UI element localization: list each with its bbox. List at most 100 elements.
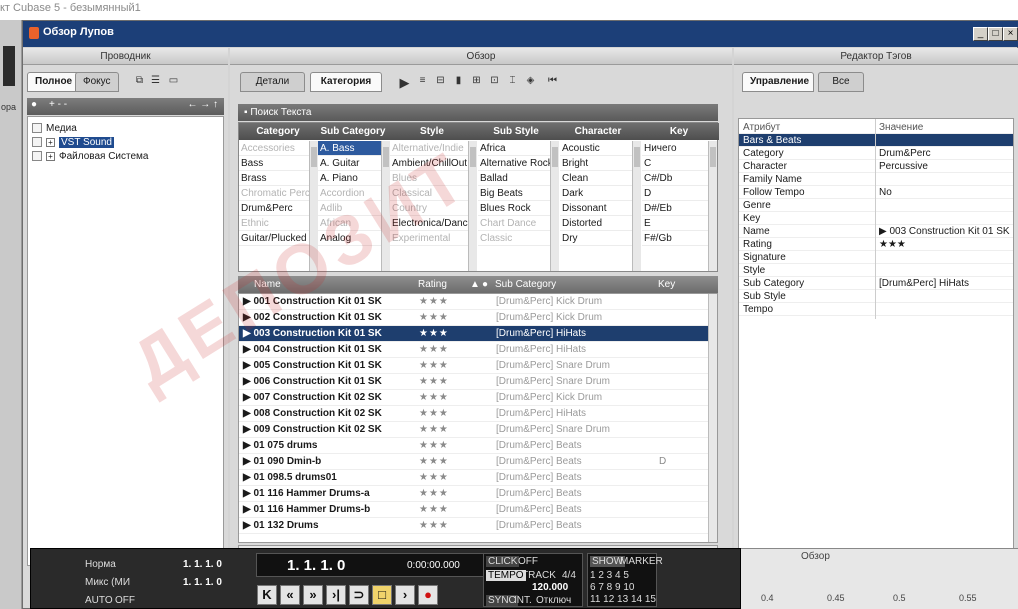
columns-icon[interactable]: ⊟ <box>434 75 447 87</box>
list-item[interactable]: Accordion <box>318 186 381 201</box>
column-key[interactable]: Key <box>658 276 675 293</box>
column-rating[interactable]: Rating <box>418 276 447 293</box>
column-name[interactable]: Name <box>254 276 281 293</box>
table-row[interactable]: ▶ 01 132 Drums ★★★ [Drum&Perc] Beats <box>239 518 709 534</box>
list-item[interactable]: Electronica/Dance <box>390 216 468 231</box>
marker-buttons[interactable]: 6 7 8 9 10 <box>590 582 634 593</box>
scrollbar[interactable] <box>309 141 318 271</box>
list-item[interactable]: Ambient/ChillOut <box>390 156 468 171</box>
list-item[interactable]: Country <box>390 201 468 216</box>
tag-row[interactable]: Category Drum&Perc <box>739 147 1013 160</box>
tab-focus[interactable]: Фокус <box>75 72 119 92</box>
list-item[interactable]: Dry <box>560 231 632 246</box>
tab-category[interactable]: Категория <box>310 72 382 92</box>
text-search-bar[interactable]: ▪ Поиск Текста <box>238 104 718 121</box>
list-item[interactable]: African <box>318 216 381 231</box>
table-row[interactable]: ▶ 01 116 Hammer Drums-b ★★★ [Drum&Perc] Be… <box>239 502 709 518</box>
checkbox-icon[interactable] <box>32 137 42 148</box>
gear-icon[interactable]: ● <box>31 99 37 110</box>
column-subcategory[interactable]: Sub Category <box>495 276 556 293</box>
forward-button[interactable]: » <box>303 585 323 605</box>
tempo-mode[interactable]: TRACK <box>522 570 556 581</box>
tag-row[interactable]: Signature <box>739 251 1013 264</box>
tag-row[interactable]: Family Name <box>739 173 1013 186</box>
right-locator[interactable]: 1. 1. 1. 0 <box>183 577 222 588</box>
list-item[interactable]: Ballad <box>478 171 550 186</box>
tree-item-media[interactable]: Медиа <box>32 122 77 136</box>
click-label[interactable]: CLICK <box>486 556 520 567</box>
list-item[interactable]: Drum&Perc <box>239 201 309 216</box>
tag-row[interactable]: Name ▶ 003 Construction Kit 01 SK <box>739 225 1013 238</box>
scrollbar[interactable] <box>468 141 477 271</box>
click-value[interactable]: OFF <box>518 556 538 567</box>
list-item[interactable]: Dissonant <box>560 201 632 216</box>
list-item[interactable]: A. Guitar <box>318 156 381 171</box>
main-position[interactable]: 1. 1. 1. 0 <box>287 557 345 574</box>
play-button[interactable]: › <box>395 585 415 605</box>
list-item[interactable]: Africa <box>478 141 550 156</box>
list-item[interactable]: Chart Dance <box>478 216 550 231</box>
list-item[interactable]: C#/Db <box>642 171 708 186</box>
record-button[interactable]: ● <box>418 585 438 605</box>
table-row[interactable]: ▶ 006 Construction Kit 01 SK ★★★ [Drum&Per… <box>239 374 709 390</box>
grid-icon[interactable]: ⊞ <box>470 75 483 87</box>
tree-item-vst-sound[interactable]: + VST Sound <box>32 136 114 150</box>
list-item[interactable]: Blues Rock <box>478 201 550 216</box>
tempo-label[interactable]: TEMPO <box>486 570 526 581</box>
scrollbar[interactable] <box>708 294 717 542</box>
tempo-value[interactable]: 120.000 <box>532 582 568 593</box>
list-item[interactable]: E <box>642 216 708 231</box>
substyle-column[interactable]: Africa Alternative Rock Ballad Big Beats… <box>478 141 550 271</box>
list-item[interactable]: Experimental <box>390 231 468 246</box>
list-item[interactable]: D <box>642 186 708 201</box>
norm-mode[interactable]: Норма <box>85 559 116 570</box>
auto-state[interactable]: OFF <box>115 595 135 606</box>
speaker-icon[interactable]: ◈ <box>524 75 537 87</box>
rewind-start-button[interactable]: K <box>257 585 277 605</box>
tag-row[interactable]: Character Percussive <box>739 160 1013 173</box>
filter-icon[interactable]: ≡ <box>416 75 429 87</box>
minimize-button[interactable]: _ <box>973 27 988 41</box>
scrollbar[interactable] <box>381 141 390 271</box>
table-row[interactable]: ▶ 002 Construction Kit 01 SK ★★★ [Drum&Per… <box>239 310 709 326</box>
table-row[interactable]: ▶ 009 Construction Kit 02 SK ★★★ [Drum&Per… <box>239 422 709 438</box>
list-item[interactable]: Ничего <box>642 141 708 156</box>
character-column[interactable]: Acoustic Bright Clean Dark Dissonant Dis… <box>560 141 632 271</box>
tree-item-filesystem[interactable]: + Файловая Система <box>32 150 149 164</box>
table-row-selected[interactable]: ▶ 003 Construction Kit 01 SK ★★★ [Drum&Per… <box>239 326 709 342</box>
list-item[interactable]: Big Beats <box>478 186 550 201</box>
table-row[interactable]: ▶ 007 Construction Kit 02 SK ★★★ [Drum&Per… <box>239 390 709 406</box>
list-item[interactable]: Clean <box>560 171 632 186</box>
list-item[interactable]: Acoustic <box>560 141 632 156</box>
layout-icon[interactable]: ⊡ <box>488 75 501 87</box>
list-item[interactable]: Bass <box>239 156 309 171</box>
rewind-button[interactable]: « <box>280 585 300 605</box>
time-signature[interactable]: 4/4 <box>562 570 576 581</box>
table-row[interactable]: ▶ 008 Construction Kit 02 SK ★★★ [Drum&Per… <box>239 406 709 422</box>
navigation-arrows[interactable]: ← → ↑ <box>187 99 218 110</box>
tag-row[interactable]: Sub Style <box>739 290 1013 303</box>
sync-value[interactable]: INT. <box>514 595 532 606</box>
expand-icon[interactable]: + <box>46 151 55 161</box>
marker-buttons[interactable]: 1 2 3 4 5 <box>590 570 629 581</box>
list-icon[interactable]: ☰ <box>149 75 162 87</box>
scrollbar[interactable] <box>632 141 641 271</box>
expand-icon[interactable]: + <box>46 137 55 147</box>
list-item[interactable]: Dark <box>560 186 632 201</box>
meter-icon[interactable]: ▮ <box>452 75 465 87</box>
list-item[interactable]: Adlib <box>318 201 381 216</box>
tag-row-selected[interactable]: Bars & Beats <box>739 134 1013 147</box>
table-row[interactable]: ▶ 005 Construction Kit 01 SK ★★★ [Drum&Per… <box>239 358 709 374</box>
list-item[interactable]: Distorted <box>560 216 632 231</box>
rewind-icon[interactable]: ⏮ <box>546 75 559 87</box>
list-item[interactable]: D#/Eb <box>642 201 708 216</box>
tag-row[interactable]: Tempo <box>739 303 1013 316</box>
list-item[interactable]: Alternative Rock <box>478 156 550 171</box>
sync-state[interactable]: Отключ <box>536 595 571 606</box>
table-row[interactable]: ▶ 01 090 Dmin-b ★★★ [Drum&Perc] Beats D <box>239 454 709 470</box>
list-item[interactable]: Bright <box>560 156 632 171</box>
tag-row[interactable]: Follow Tempo No <box>739 186 1013 199</box>
window-title-bar[interactable]: Обзор Лупов _ □ × <box>23 21 1018 47</box>
forward-end-button[interactable]: ›| <box>326 585 346 605</box>
tab-full[interactable]: Полное <box>27 72 81 92</box>
